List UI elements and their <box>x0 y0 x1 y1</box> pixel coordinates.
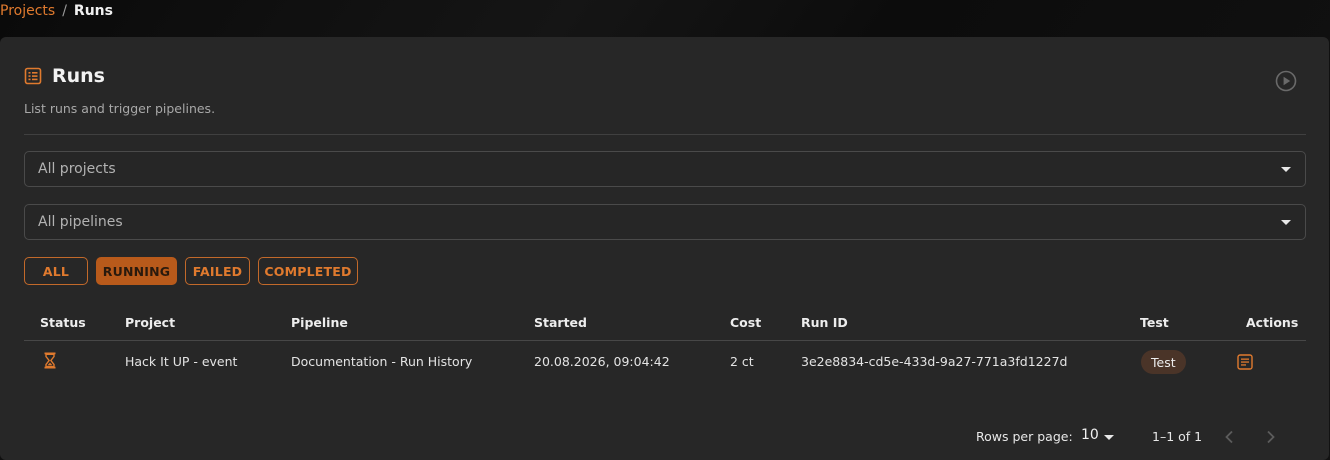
cell-started: 20.08.2026, 09:04:42 <box>534 354 670 369</box>
breadcrumb-separator: / <box>62 3 67 19</box>
runs-card: Runs List runs and trigger pipelines. Al… <box>0 37 1329 460</box>
cell-pipeline: Documentation - Run History <box>291 354 473 369</box>
status-filter-group: ALL RUNNING FAILED COMPLETED <box>24 257 358 285</box>
table-row[interactable]: Hack It UP - event Documentation - Run H… <box>24 341 1306 383</box>
chevron-right-icon[interactable] <box>1260 427 1280 447</box>
pipeline-select[interactable]: All pipelines <box>24 204 1306 240</box>
chevron-down-icon <box>1281 167 1291 172</box>
table-header: Status Project Pipeline Started Cost Run… <box>24 307 1306 341</box>
list-icon <box>24 67 42 85</box>
cell-run-id: 3e2e8834-cd5e-433d-9a27-771a3fd1227d <box>801 354 1068 369</box>
column-header-project[interactable]: Project <box>125 315 175 330</box>
breadcrumb-current: Runs <box>73 3 113 19</box>
test-badge: Test <box>1141 350 1186 374</box>
rows-per-page-value: 10 <box>1081 427 1099 443</box>
pagination: Rows per page: 10 1–1 of 1 <box>0 427 1329 449</box>
column-header-started[interactable]: Started <box>534 315 587 330</box>
chevron-left-icon[interactable] <box>1220 427 1240 447</box>
hourglass-icon <box>44 352 56 369</box>
breadcrumb: Projects / Runs <box>0 2 113 20</box>
rows-per-page-select[interactable]: 10 <box>1081 427 1117 447</box>
runs-table: Status Project Pipeline Started Cost Run… <box>24 307 1306 383</box>
rows-per-page-label: Rows per page: <box>976 429 1073 444</box>
pipeline-select-placeholder: All pipelines <box>38 214 123 230</box>
column-header-test[interactable]: Test <box>1140 315 1169 330</box>
filter-running-chip[interactable]: RUNNING <box>96 257 177 285</box>
play-circle-icon[interactable] <box>1275 70 1297 92</box>
page-subtitle: List runs and trigger pipelines. <box>24 101 216 116</box>
document-icon[interactable] <box>1237 354 1253 370</box>
column-header-status[interactable]: Status <box>40 315 86 330</box>
chevron-down-icon <box>1104 435 1114 440</box>
pagination-range: 1–1 of 1 <box>1152 429 1203 444</box>
header-divider <box>24 134 1306 135</box>
page-title: Runs <box>52 65 105 87</box>
project-select-placeholder: All projects <box>38 161 116 177</box>
chevron-down-icon <box>1281 220 1291 225</box>
breadcrumb-projects-link[interactable]: Projects <box>0 3 55 19</box>
project-select[interactable]: All projects <box>24 151 1306 187</box>
filter-failed-chip[interactable]: FAILED <box>185 257 250 285</box>
column-header-actions: Actions <box>1246 315 1299 330</box>
title-row: Runs <box>24 65 105 87</box>
cell-cost: 2 ct <box>730 354 754 369</box>
filter-completed-chip[interactable]: COMPLETED <box>258 257 358 285</box>
column-header-pipeline[interactable]: Pipeline <box>291 315 348 330</box>
cell-project: Hack It UP - event <box>125 354 238 369</box>
column-header-cost[interactable]: Cost <box>730 315 761 330</box>
filter-all-chip[interactable]: ALL <box>24 257 88 285</box>
column-header-run-id[interactable]: Run ID <box>801 315 848 330</box>
